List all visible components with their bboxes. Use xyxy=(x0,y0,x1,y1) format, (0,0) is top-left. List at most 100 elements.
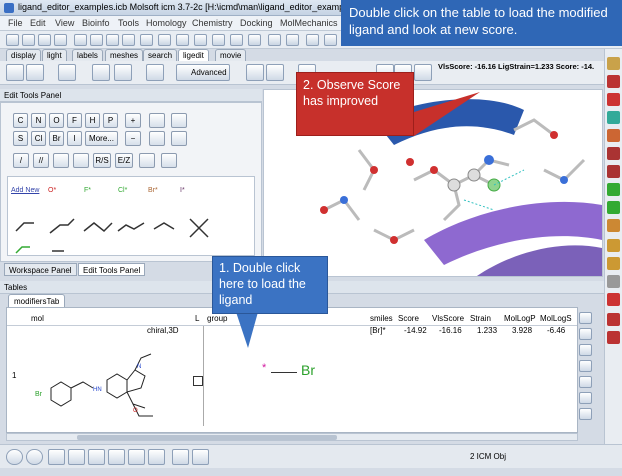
tab-movie[interactable]: movie xyxy=(215,49,247,61)
fragment-fluoro-alkyl[interactable] xyxy=(15,246,30,254)
row-checkbox[interactable] xyxy=(193,376,203,386)
atom-p-button[interactable]: P xyxy=(103,113,118,128)
fragment-isopropyl[interactable] xyxy=(153,222,175,230)
surface-icon[interactable] xyxy=(146,64,164,81)
ligand-edit-icon[interactable] xyxy=(26,64,44,81)
record-icon[interactable] xyxy=(26,449,43,465)
selection-icon[interactable] xyxy=(176,34,189,46)
table-edit-icon[interactable] xyxy=(579,328,592,340)
rs-button[interactable]: R/S xyxy=(93,153,111,168)
score-icon[interactable] xyxy=(414,64,432,81)
tab-display[interactable]: display xyxy=(6,49,41,61)
atom-cl-button[interactable]: Cl xyxy=(31,131,46,146)
print-icon[interactable] xyxy=(54,34,67,46)
fragment-ethyl[interactable] xyxy=(15,222,34,232)
link-icon[interactable] xyxy=(92,64,110,81)
menu-chemistry[interactable]: Chemistry xyxy=(192,18,233,28)
more-atoms-button[interactable]: More... xyxy=(85,131,118,146)
menu-edit[interactable]: Edit xyxy=(30,18,46,28)
redo-icon[interactable] xyxy=(122,34,135,46)
add-new-fragment-link[interactable]: Add New xyxy=(11,187,42,209)
label-icon[interactable] xyxy=(607,201,620,214)
atom-br-button[interactable]: Br xyxy=(49,131,64,146)
fragment-butyl[interactable] xyxy=(83,222,113,233)
rotate-right-icon[interactable] xyxy=(266,64,284,81)
fetch-icon[interactable] xyxy=(90,34,103,46)
col-mollogp[interactable]: MolLogP xyxy=(504,314,536,323)
stop-circle-icon[interactable] xyxy=(6,449,23,465)
spin-icon[interactable] xyxy=(607,219,620,232)
table-horizontal-scrollbar[interactable] xyxy=(6,433,578,441)
center-icon[interactable] xyxy=(607,111,620,124)
table-row[interactable]: 1 chiral,3D Br HN N O * Br [Br]* -14.92 … xyxy=(7,326,577,426)
terminal-icon[interactable] xyxy=(88,449,105,465)
table-export-icon[interactable] xyxy=(579,392,592,404)
col-group[interactable]: group xyxy=(207,314,227,323)
zoom-view-icon[interactable] xyxy=(607,147,620,160)
double-bond-icon[interactable]: // xyxy=(33,153,49,168)
scroll-thumb[interactable] xyxy=(77,435,337,440)
rotate-left-icon[interactable] xyxy=(246,64,264,81)
menu-tools[interactable]: Tools xyxy=(118,18,139,28)
fragment-fluorine[interactable]: F* xyxy=(84,187,115,209)
tab-meshes[interactable]: meshes xyxy=(105,49,144,61)
target-icon[interactable] xyxy=(607,75,620,88)
group-icon[interactable] xyxy=(171,113,187,128)
swap-icon[interactable] xyxy=(607,313,620,326)
window-icon[interactable] xyxy=(48,449,65,465)
col-mol[interactable]: mol xyxy=(31,314,44,323)
bug-icon[interactable] xyxy=(108,449,125,465)
eraser-icon[interactable] xyxy=(139,153,155,168)
font-icon[interactable] xyxy=(286,34,299,46)
fragment-pentyl[interactable] xyxy=(117,222,145,232)
table-filter-icon[interactable] xyxy=(579,360,592,372)
tab-ligedit[interactable]: ligedit xyxy=(178,49,209,61)
zoom-icon[interactable] xyxy=(248,34,261,46)
measure-icon[interactable] xyxy=(607,183,620,196)
stop-icon[interactable] xyxy=(607,293,620,306)
fragment-tertbutyl[interactable] xyxy=(189,218,209,238)
chain-icon[interactable] xyxy=(230,34,243,46)
fog-icon[interactable] xyxy=(306,34,319,46)
fragment-bromine[interactable]: Br* xyxy=(148,187,179,209)
fragment-propyl[interactable] xyxy=(49,218,75,234)
atom-h-button[interactable]: H xyxy=(85,113,100,128)
settings-icon[interactable] xyxy=(607,57,620,70)
col-mollogs[interactable]: MolLogS xyxy=(540,314,572,323)
col-vlsscore[interactable]: VlsScore xyxy=(432,314,464,323)
advanced-dropdown[interactable]: Advanced xyxy=(176,64,230,81)
table-columns-icon[interactable] xyxy=(579,408,592,420)
menu-docking[interactable]: Docking xyxy=(240,18,273,28)
tools-icon[interactable] xyxy=(161,153,177,168)
new-file-icon[interactable] xyxy=(6,34,19,46)
ez-button[interactable]: E/Z xyxy=(115,153,133,168)
atom-o-button[interactable]: O xyxy=(49,113,64,128)
select-icon[interactable] xyxy=(158,34,171,46)
charge-icon[interactable] xyxy=(149,131,165,146)
table-tools-icon[interactable] xyxy=(579,312,592,324)
selection-grid-icon[interactable] xyxy=(194,34,207,46)
col-strain[interactable]: Strain xyxy=(470,314,491,323)
modifiers-table[interactable]: mol L group smiles Score VlsScore Strain… xyxy=(6,307,578,433)
pdb-icon[interactable] xyxy=(74,34,87,46)
up-icon[interactable] xyxy=(607,239,620,252)
group-edit-icon[interactable] xyxy=(171,131,187,146)
network-icon[interactable] xyxy=(148,449,165,465)
fragment-oxygen[interactable]: O* xyxy=(48,187,79,209)
wedge-bond-icon[interactable] xyxy=(73,153,89,168)
hand-icon[interactable] xyxy=(149,113,165,128)
col-l[interactable]: L xyxy=(195,314,199,323)
col-score[interactable]: Score xyxy=(398,314,419,323)
tab-modifiers[interactable]: modifiersTab xyxy=(8,294,66,307)
browser-icon[interactable] xyxy=(192,449,209,465)
table-sort-icon[interactable] xyxy=(579,376,592,388)
single-bond-icon[interactable]: / xyxy=(13,153,29,168)
remove-icon[interactable]: − xyxy=(125,131,141,146)
fragment-iodine[interactable]: I* xyxy=(180,187,211,209)
tab-labels[interactable]: labels xyxy=(72,49,103,61)
tab-light[interactable]: light xyxy=(42,49,67,61)
pocket-icon[interactable] xyxy=(114,64,132,81)
swap-2-icon[interactable] xyxy=(607,331,620,344)
save-icon[interactable] xyxy=(38,34,51,46)
move-icon[interactable] xyxy=(607,93,620,106)
